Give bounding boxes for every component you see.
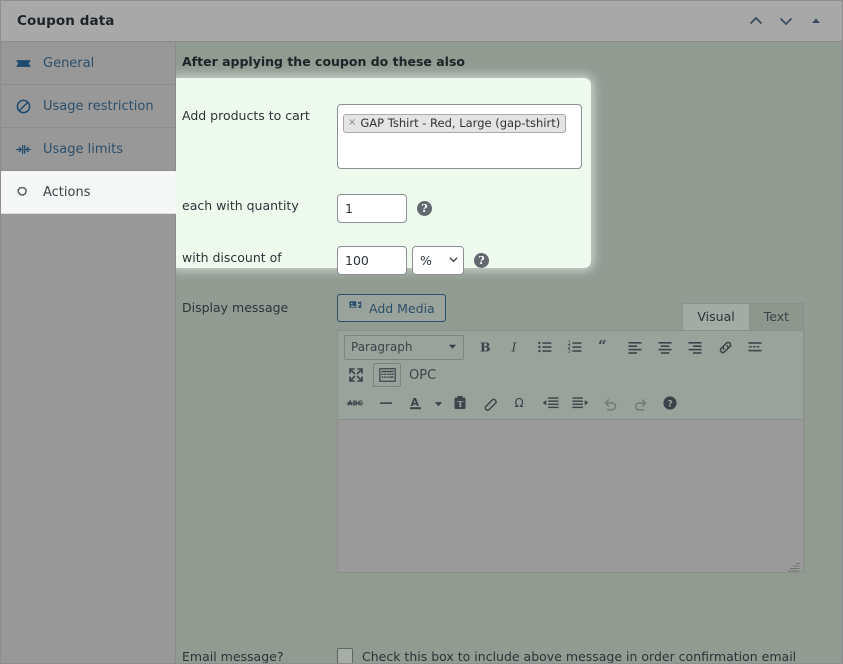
- svg-text:3: 3: [568, 348, 571, 354]
- email-message-checkbox-label: Check this box to include above message …: [362, 648, 797, 664]
- sidebar-item-label: Usage restriction: [43, 98, 154, 114]
- svg-text:“: “: [598, 339, 607, 355]
- actions-panel-content: After applying the coupon do these also …: [176, 42, 842, 663]
- add-products-label: Add products to cart: [182, 108, 310, 123]
- svg-text:I: I: [511, 340, 518, 355]
- quantity-input[interactable]: [337, 194, 407, 223]
- align-left-button[interactable]: [620, 333, 650, 361]
- discount-row: with discount of % ?: [182, 246, 489, 275]
- sidebar-item-label: Actions: [43, 184, 91, 200]
- svg-text:T: T: [457, 400, 464, 410]
- discount-label: with discount of: [182, 250, 282, 265]
- blockquote-button[interactable]: “: [590, 333, 620, 361]
- sidebar-item-label: General: [43, 55, 95, 71]
- editor-topbar: Add Media Visual Text: [337, 294, 804, 330]
- text-color-button[interactable]: A: [401, 389, 431, 417]
- toggle-panel-button[interactable]: [802, 7, 830, 35]
- link-button[interactable]: [710, 333, 740, 361]
- discount-input[interactable]: [337, 246, 407, 275]
- panel-body: General Usage restriction Usage limits A…: [1, 42, 842, 663]
- panel-header-controls: [742, 7, 830, 35]
- tab-text[interactable]: Text: [748, 303, 804, 330]
- svg-text:Ω: Ω: [515, 396, 524, 410]
- email-message-row: Email message? Check this box to include…: [182, 648, 796, 663]
- display-message-label: Display message: [182, 300, 289, 315]
- strikethrough-button[interactable]: ABC: [341, 389, 371, 417]
- panel-header: Coupon data: [1, 1, 842, 42]
- add-media-button[interactable]: Add Media: [337, 294, 446, 322]
- add-products-select[interactable]: × GAP Tshirt - Red, Large (gap-tshirt): [337, 104, 582, 169]
- editor-toolbar-row-1: Paragraph B I 1 2 3 “: [341, 333, 800, 361]
- display-message-row: Display message Add Media Visual Text Pa…: [182, 294, 804, 573]
- sidebar-item-label: Usage limits: [43, 141, 124, 157]
- add-products-row: Add products to cart × GAP Tshirt - Red,…: [182, 104, 582, 169]
- horizontal-rule-button[interactable]: [371, 389, 401, 417]
- outdent-button[interactable]: [535, 389, 565, 417]
- editor-toolbar-row-3: ABC A: [341, 389, 800, 417]
- toolbar-toggle-button[interactable]: [373, 363, 401, 387]
- tab-visual[interactable]: Visual: [682, 303, 750, 330]
- sidebar-item-usage-restriction[interactable]: Usage restriction: [1, 85, 175, 128]
- read-more-button[interactable]: [740, 333, 770, 361]
- section-heading: After applying the coupon do these also: [182, 54, 465, 69]
- discount-help-icon[interactable]: ?: [474, 253, 489, 268]
- redo-button[interactable]: [625, 389, 655, 417]
- sidebar-item-usage-limits[interactable]: Usage limits: [1, 128, 175, 171]
- quantity-row: each with quantity ?: [182, 194, 432, 223]
- email-message-checkbox[interactable]: [337, 648, 353, 663]
- fullscreen-button[interactable]: [341, 361, 371, 389]
- svg-text:?: ?: [668, 400, 673, 410]
- numbered-list-button[interactable]: 1 2 3: [560, 333, 590, 361]
- indent-button[interactable]: [565, 389, 595, 417]
- editor-toolbar: Paragraph B I 1 2 3 “ OPC A T Ω ?: [337, 330, 804, 419]
- coupon-data-panel: Coupon data General Usage restriction Us…: [0, 0, 843, 664]
- ticket-icon: [15, 55, 39, 72]
- paste-as-text-button[interactable]: T: [445, 389, 475, 417]
- format-select-value: Paragraph: [351, 340, 413, 354]
- quantity-help-icon[interactable]: ?: [417, 201, 432, 216]
- sidebar-item-actions[interactable]: Actions: [1, 171, 177, 214]
- bullet-list-button[interactable]: [530, 333, 560, 361]
- discount-unit-value: %: [420, 253, 432, 268]
- media-icon: [348, 299, 363, 317]
- ban-icon: [15, 98, 39, 115]
- gear-icon: [15, 185, 39, 200]
- special-character-button[interactable]: Ω: [505, 389, 535, 417]
- usage-limits-icon: [15, 141, 39, 158]
- align-right-button[interactable]: [680, 333, 710, 361]
- undo-button[interactable]: [595, 389, 625, 417]
- move-down-button[interactable]: [772, 7, 800, 35]
- quantity-label: each with quantity: [182, 198, 299, 213]
- email-message-label: Email message?: [182, 648, 284, 664]
- align-center-button[interactable]: [650, 333, 680, 361]
- coupon-data-tabs-sidebar: General Usage restriction Usage limits A…: [1, 42, 177, 663]
- chevron-down-icon: [448, 340, 457, 354]
- bold-button[interactable]: B: [470, 333, 500, 361]
- move-up-button[interactable]: [742, 7, 770, 35]
- discount-unit-select[interactable]: %: [412, 246, 464, 275]
- text-color-arrow-icon[interactable]: [431, 389, 445, 417]
- wp-editor: Add Media Visual Text Paragraph B I 1 2 …: [337, 294, 804, 573]
- svg-text:A: A: [411, 396, 420, 409]
- editor-resize-handle[interactable]: [785, 559, 801, 572]
- keyboard-help-button[interactable]: ?: [655, 389, 685, 417]
- editor-toolbar-row-2: OPC: [341, 361, 800, 389]
- opc-button[interactable]: OPC: [401, 368, 444, 383]
- chevron-down-icon: [448, 253, 459, 268]
- sidebar-item-general[interactable]: General: [1, 42, 175, 85]
- product-token[interactable]: × GAP Tshirt - Red, Large (gap-tshirt): [343, 113, 567, 133]
- product-token-label: GAP Tshirt - Red, Large (gap-tshirt): [360, 115, 561, 130]
- editor-content-area[interactable]: [337, 419, 804, 573]
- italic-button[interactable]: I: [500, 333, 530, 361]
- add-media-label: Add Media: [369, 300, 435, 316]
- remove-token-icon[interactable]: ×: [348, 117, 356, 128]
- svg-text:B: B: [480, 340, 491, 355]
- clear-formatting-button[interactable]: [475, 389, 505, 417]
- page-title: Coupon data: [17, 13, 115, 29]
- format-select[interactable]: Paragraph: [344, 334, 464, 360]
- editor-mode-tabs: Visual Text: [682, 303, 804, 330]
